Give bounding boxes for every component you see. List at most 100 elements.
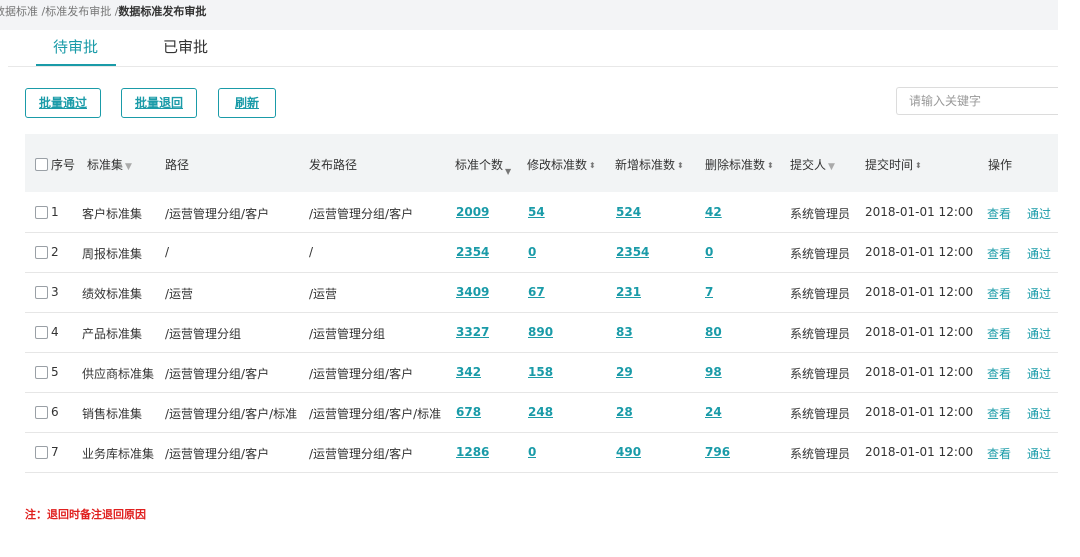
col-set[interactable]: 标准集 ▼ <box>87 156 132 173</box>
sort-icon[interactable]: ⬍ <box>677 161 684 170</box>
standard-set-cell: 销售标准集 <box>82 407 143 421</box>
view-action[interactable]: 查看 <box>987 205 1011 222</box>
seq-cell: 1 <box>51 205 59 219</box>
col-time[interactable]: 提交时间 ⬍ <box>865 156 922 173</box>
count-link[interactable]: 678 <box>456 405 481 419</box>
modified-link[interactable]: 54 <box>528 205 545 219</box>
added-link[interactable]: 2354 <box>616 245 649 259</box>
tab-approved[interactable]: 已审批 <box>163 36 208 57</box>
view-action[interactable]: 查看 <box>987 245 1011 262</box>
approve-action[interactable]: 通过 <box>1027 365 1051 382</box>
breadcrumb-item-publish-approval[interactable]: 标准发布审批 / <box>45 0 118 24</box>
breadcrumb-item-data-standard[interactable]: 数据标准 / <box>0 0 45 24</box>
path-cell: / <box>165 245 170 259</box>
row-checkbox[interactable] <box>35 446 48 459</box>
path-cell: /运营管理分组/客户 <box>165 367 270 381</box>
approve-action[interactable]: 通过 <box>1027 245 1051 262</box>
submit-time-cell: 2018-01-01 12:00 <box>865 245 974 259</box>
approve-action[interactable]: 通过 <box>1027 405 1051 422</box>
view-action[interactable]: 查看 <box>987 285 1011 302</box>
submitter-cell: 系统管理员 <box>790 407 851 421</box>
filter-icon[interactable]: ▼ <box>828 162 835 172</box>
sort-icon[interactable]: ▼ <box>505 167 511 176</box>
col-added[interactable]: 新增标准数 ⬍ <box>615 156 684 173</box>
row-checkbox[interactable] <box>35 326 48 339</box>
table-row: 1 客户标准集/运营管理分组/客户/运营管理分组/客户 2009 54 524 42 系统管… <box>25 192 1058 233</box>
modified-link[interactable]: 890 <box>528 325 553 339</box>
select-all-checkbox[interactable] <box>35 158 48 171</box>
tab-pending[interactable]: 待审批 <box>53 36 98 57</box>
path-cell: /运营管理分组/客户 <box>165 447 270 461</box>
approve-action[interactable]: 通过 <box>1027 205 1051 222</box>
deleted-link[interactable]: 0 <box>705 245 713 259</box>
count-link[interactable]: 3409 <box>456 285 489 299</box>
deleted-link[interactable]: 796 <box>705 445 730 459</box>
publish-path-cell: / <box>309 245 314 259</box>
submitter-cell: 系统管理员 <box>790 287 851 301</box>
deleted-link[interactable]: 7 <box>705 285 713 299</box>
row-checkbox[interactable] <box>35 406 48 419</box>
sort-icon[interactable]: ⬍ <box>767 161 774 170</box>
table-row: 2 周报标准集 / / 2354 0 2354 0 系统管理员 2018-01-01 12:00 查… <box>25 232 1058 273</box>
submit-time-cell: 2018-01-01 12:00 <box>865 325 974 339</box>
count-link[interactable]: 2009 <box>456 205 489 219</box>
col-count[interactable]: 标准个数 ▼ <box>455 156 511 176</box>
col-actions: 操作 <box>988 158 1013 172</box>
view-action[interactable]: 查看 <box>987 325 1011 342</box>
submit-time-cell: 2018-01-01 12:00 <box>865 205 974 219</box>
table-row: 4 产品标准集/运营管理分组/运营管理分组 3327 890 83 80 系统管理员 2018… <box>25 312 1058 353</box>
row-checkbox[interactable] <box>35 246 48 259</box>
submitter-cell: 系统管理员 <box>790 447 851 461</box>
col-modified[interactable]: 修改标准数 ⬍ <box>527 156 596 173</box>
modified-link[interactable]: 0 <box>528 445 536 459</box>
publish-path-cell: /运营管理分组/客户 <box>309 367 414 381</box>
approve-action[interactable]: 通过 <box>1027 445 1051 462</box>
col-deleted[interactable]: 删除标准数 ⬍ <box>705 156 774 173</box>
deleted-link[interactable]: 24 <box>705 405 722 419</box>
standard-set-cell: 业务库标准集 <box>82 447 155 461</box>
publish-path-cell: /运营管理分组/客户 <box>309 207 414 221</box>
approve-action[interactable]: 通过 <box>1027 325 1051 342</box>
submitter-cell: 系统管理员 <box>790 367 851 381</box>
count-link[interactable]: 3327 <box>456 325 489 339</box>
added-link[interactable]: 231 <box>616 285 641 299</box>
active-tab-indicator <box>36 64 116 66</box>
row-checkbox[interactable] <box>35 286 48 299</box>
batch-return-button[interactable]: 批量退回 <box>121 88 197 118</box>
count-link[interactable]: 2354 <box>456 245 489 259</box>
deleted-link[interactable]: 98 <box>705 365 722 379</box>
added-link[interactable]: 524 <box>616 205 641 219</box>
table-row: 6 销售标准集/运营管理分组/客户/标准/运营管理分组/客户/标准 678 248 28… <box>25 392 1058 433</box>
refresh-button[interactable]: 刷新 <box>218 88 276 118</box>
added-link[interactable]: 29 <box>616 365 633 379</box>
search-input[interactable] <box>896 87 1058 115</box>
modified-link[interactable]: 248 <box>528 405 553 419</box>
sort-icon[interactable]: ⬍ <box>589 161 596 170</box>
added-link[interactable]: 490 <box>616 445 641 459</box>
batch-approve-button[interactable]: 批量通过 <box>25 88 101 118</box>
approval-panel: 待审批 已审批 批量通过 批量退回 刷新 序号 标准集▼ 路径 发布路径 标准个… <box>8 30 1058 550</box>
col-submitter[interactable]: 提交人 ▼ <box>790 156 835 173</box>
seq-cell: 6 <box>51 405 59 419</box>
row-checkbox[interactable] <box>35 206 48 219</box>
added-link[interactable]: 83 <box>616 325 633 339</box>
deleted-link[interactable]: 80 <box>705 325 722 339</box>
approve-action[interactable]: 通过 <box>1027 285 1051 302</box>
sort-icon[interactable]: ⬍ <box>915 161 922 170</box>
count-link[interactable]: 342 <box>456 365 481 379</box>
count-link[interactable]: 1286 <box>456 445 489 459</box>
submit-time-cell: 2018-01-01 12:00 <box>865 285 974 299</box>
modified-link[interactable]: 67 <box>528 285 545 299</box>
added-link[interactable]: 28 <box>616 405 633 419</box>
return-note: 注：退回时备注退回原因 <box>25 508 146 521</box>
col-seq: 序号 <box>51 158 76 172</box>
filter-icon[interactable]: ▼ <box>125 162 132 172</box>
modified-link[interactable]: 158 <box>528 365 553 379</box>
view-action[interactable]: 查看 <box>987 365 1011 382</box>
deleted-link[interactable]: 42 <box>705 205 722 219</box>
row-checkbox[interactable] <box>35 366 48 379</box>
view-action[interactable]: 查看 <box>987 445 1011 462</box>
view-action[interactable]: 查看 <box>987 405 1011 422</box>
breadcrumb: 数据标准 / 标准发布审批 / 数据标准发布审批 <box>0 0 1058 30</box>
modified-link[interactable]: 0 <box>528 245 536 259</box>
